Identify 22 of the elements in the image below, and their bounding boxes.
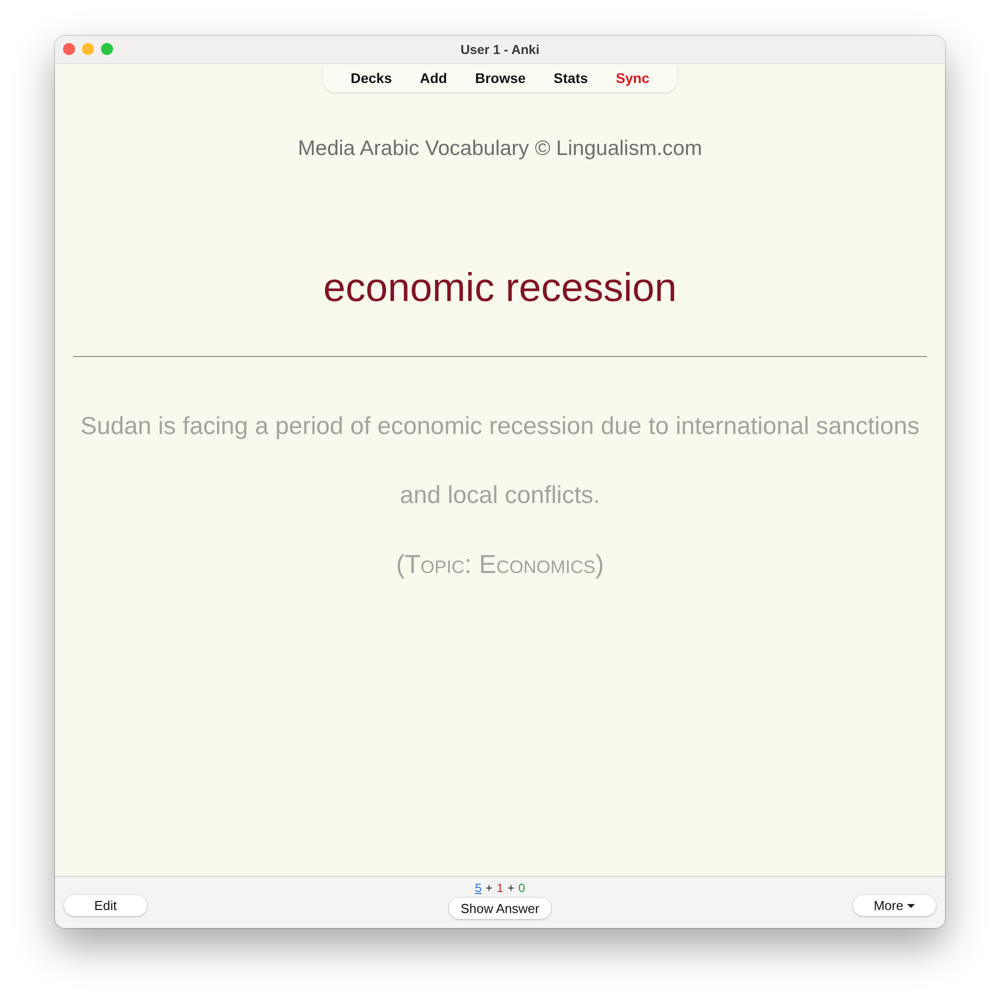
show-answer-button[interactable]: Show Answer bbox=[449, 898, 551, 919]
deck-title: Media Arabic Vocabulary © Lingualism.com bbox=[298, 137, 702, 161]
plus-sign: + bbox=[486, 881, 493, 895]
edit-button[interactable]: Edit bbox=[64, 895, 147, 916]
card-front-text: economic recession bbox=[323, 265, 677, 312]
more-button[interactable]: More bbox=[853, 895, 936, 916]
window-title: User 1 - Anki bbox=[460, 42, 540, 57]
minimize-icon[interactable] bbox=[82, 43, 94, 55]
topic-label: (Topic: Economics) bbox=[396, 548, 604, 581]
example-sentence: Sudan is facing a period of economic recession due to international sanctions and local conflicts. bbox=[80, 412, 920, 511]
toolbar-link[interactable]: Add bbox=[406, 70, 462, 86]
maximize-icon[interactable] bbox=[101, 43, 113, 55]
close-icon[interactable] bbox=[63, 43, 75, 55]
caret-icon bbox=[907, 904, 916, 908]
toolbar-link[interactable]: Stats bbox=[540, 70, 602, 86]
toolbar-link[interactable]: Sync bbox=[602, 70, 664, 86]
plus-sign: + bbox=[507, 881, 514, 895]
due-count: 1 bbox=[496, 881, 504, 895]
toolbar-link[interactable]: Decks bbox=[336, 70, 406, 86]
toolbar-link[interactable]: Browse bbox=[461, 70, 540, 86]
due-count: 5 bbox=[474, 881, 482, 895]
due-count: 0 bbox=[518, 881, 526, 895]
